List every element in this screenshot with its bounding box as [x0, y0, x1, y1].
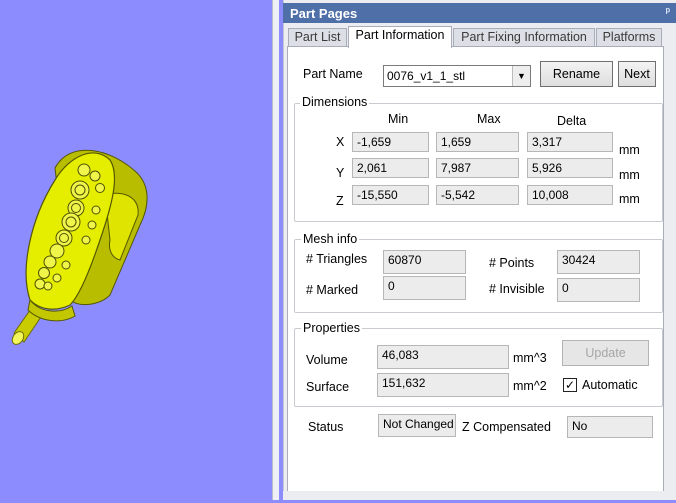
points-field: 30424	[557, 250, 640, 274]
z-max-field: -5,542	[436, 185, 519, 205]
panel-title: Part Pages	[290, 6, 358, 21]
z-delta-field: 10,008	[527, 185, 613, 205]
y-min-field: 2,061	[352, 158, 429, 178]
y-max-field: 7,987	[436, 158, 519, 178]
mesh-info-title: Mesh info	[301, 232, 360, 246]
panel-titlebar: Part Pages ᵖ	[283, 3, 676, 23]
points-label: # Points	[489, 256, 535, 270]
x-max-field: 1,659	[436, 132, 519, 152]
automatic-label: Automatic	[582, 378, 638, 392]
status-field: Not Changed	[378, 414, 456, 437]
min-header: Min	[388, 112, 409, 126]
automatic-checkbox[interactable]: ✓	[563, 378, 577, 392]
properties-title: Properties	[301, 321, 362, 335]
tab-part-list[interactable]: Part List	[288, 28, 347, 47]
invisible-field: 0	[557, 278, 640, 302]
x-min-field: -1,659	[352, 132, 429, 152]
z-compensated-label: Z Compensated	[462, 420, 551, 434]
x-unit: mm	[619, 143, 640, 157]
tab-part-fixing-information[interactable]: Part Fixing Information	[453, 28, 595, 47]
triangles-label: # Triangles	[306, 252, 368, 266]
invisible-label: # Invisible	[489, 282, 545, 296]
y-delta-field: 5,926	[527, 158, 613, 178]
delta-header: Delta	[557, 114, 587, 128]
part-information-page: Part Name 0076_v1_1_stl ▼ Rename Next Di…	[287, 46, 664, 493]
splitter-handle[interactable]	[272, 0, 279, 500]
z-compensated-field: No	[567, 416, 653, 438]
marked-label: # Marked	[306, 283, 359, 297]
marked-field: 0	[383, 276, 466, 300]
x-delta-field: 3,317	[527, 132, 613, 152]
z-min-field: -15,550	[352, 185, 429, 205]
panel-bottom-edge	[283, 491, 676, 500]
part-name-select[interactable]: 0076_v1_1_stl ▼	[383, 65, 531, 87]
surface-unit: mm^2	[513, 379, 547, 393]
triangles-field: 60870	[383, 250, 466, 274]
y-unit: mm	[619, 168, 640, 182]
part-name-value: 0076_v1_1_stl	[387, 69, 466, 83]
dimensions-title: Dimensions	[300, 95, 370, 109]
pendant-model[interactable]	[0, 0, 272, 500]
tab-platforms[interactable]: Platforms	[596, 28, 662, 47]
volume-field: 46,083	[377, 345, 509, 369]
volume-unit: mm^3	[513, 351, 547, 365]
surface-field: 151,632	[377, 373, 509, 397]
axis-z-label: Z	[336, 194, 344, 208]
rename-button[interactable]: Rename	[540, 61, 613, 87]
axis-x-label: X	[336, 135, 345, 149]
pin-icon[interactable]: ᵖ	[666, 6, 670, 18]
chevron-down-icon[interactable]: ▼	[512, 66, 530, 86]
axis-y-label: Y	[336, 166, 345, 180]
max-header: Max	[477, 112, 501, 126]
part-name-label: Part Name	[303, 67, 363, 81]
tab-part-information[interactable]: Part Information	[348, 26, 452, 48]
status-label: Status	[308, 420, 344, 434]
volume-label: Volume	[306, 353, 348, 367]
surface-label: Surface	[306, 380, 350, 394]
3d-viewport[interactable]	[0, 0, 272, 500]
z-unit: mm	[619, 192, 640, 206]
update-button[interactable]: Update	[562, 340, 649, 366]
next-button[interactable]: Next	[618, 61, 656, 87]
